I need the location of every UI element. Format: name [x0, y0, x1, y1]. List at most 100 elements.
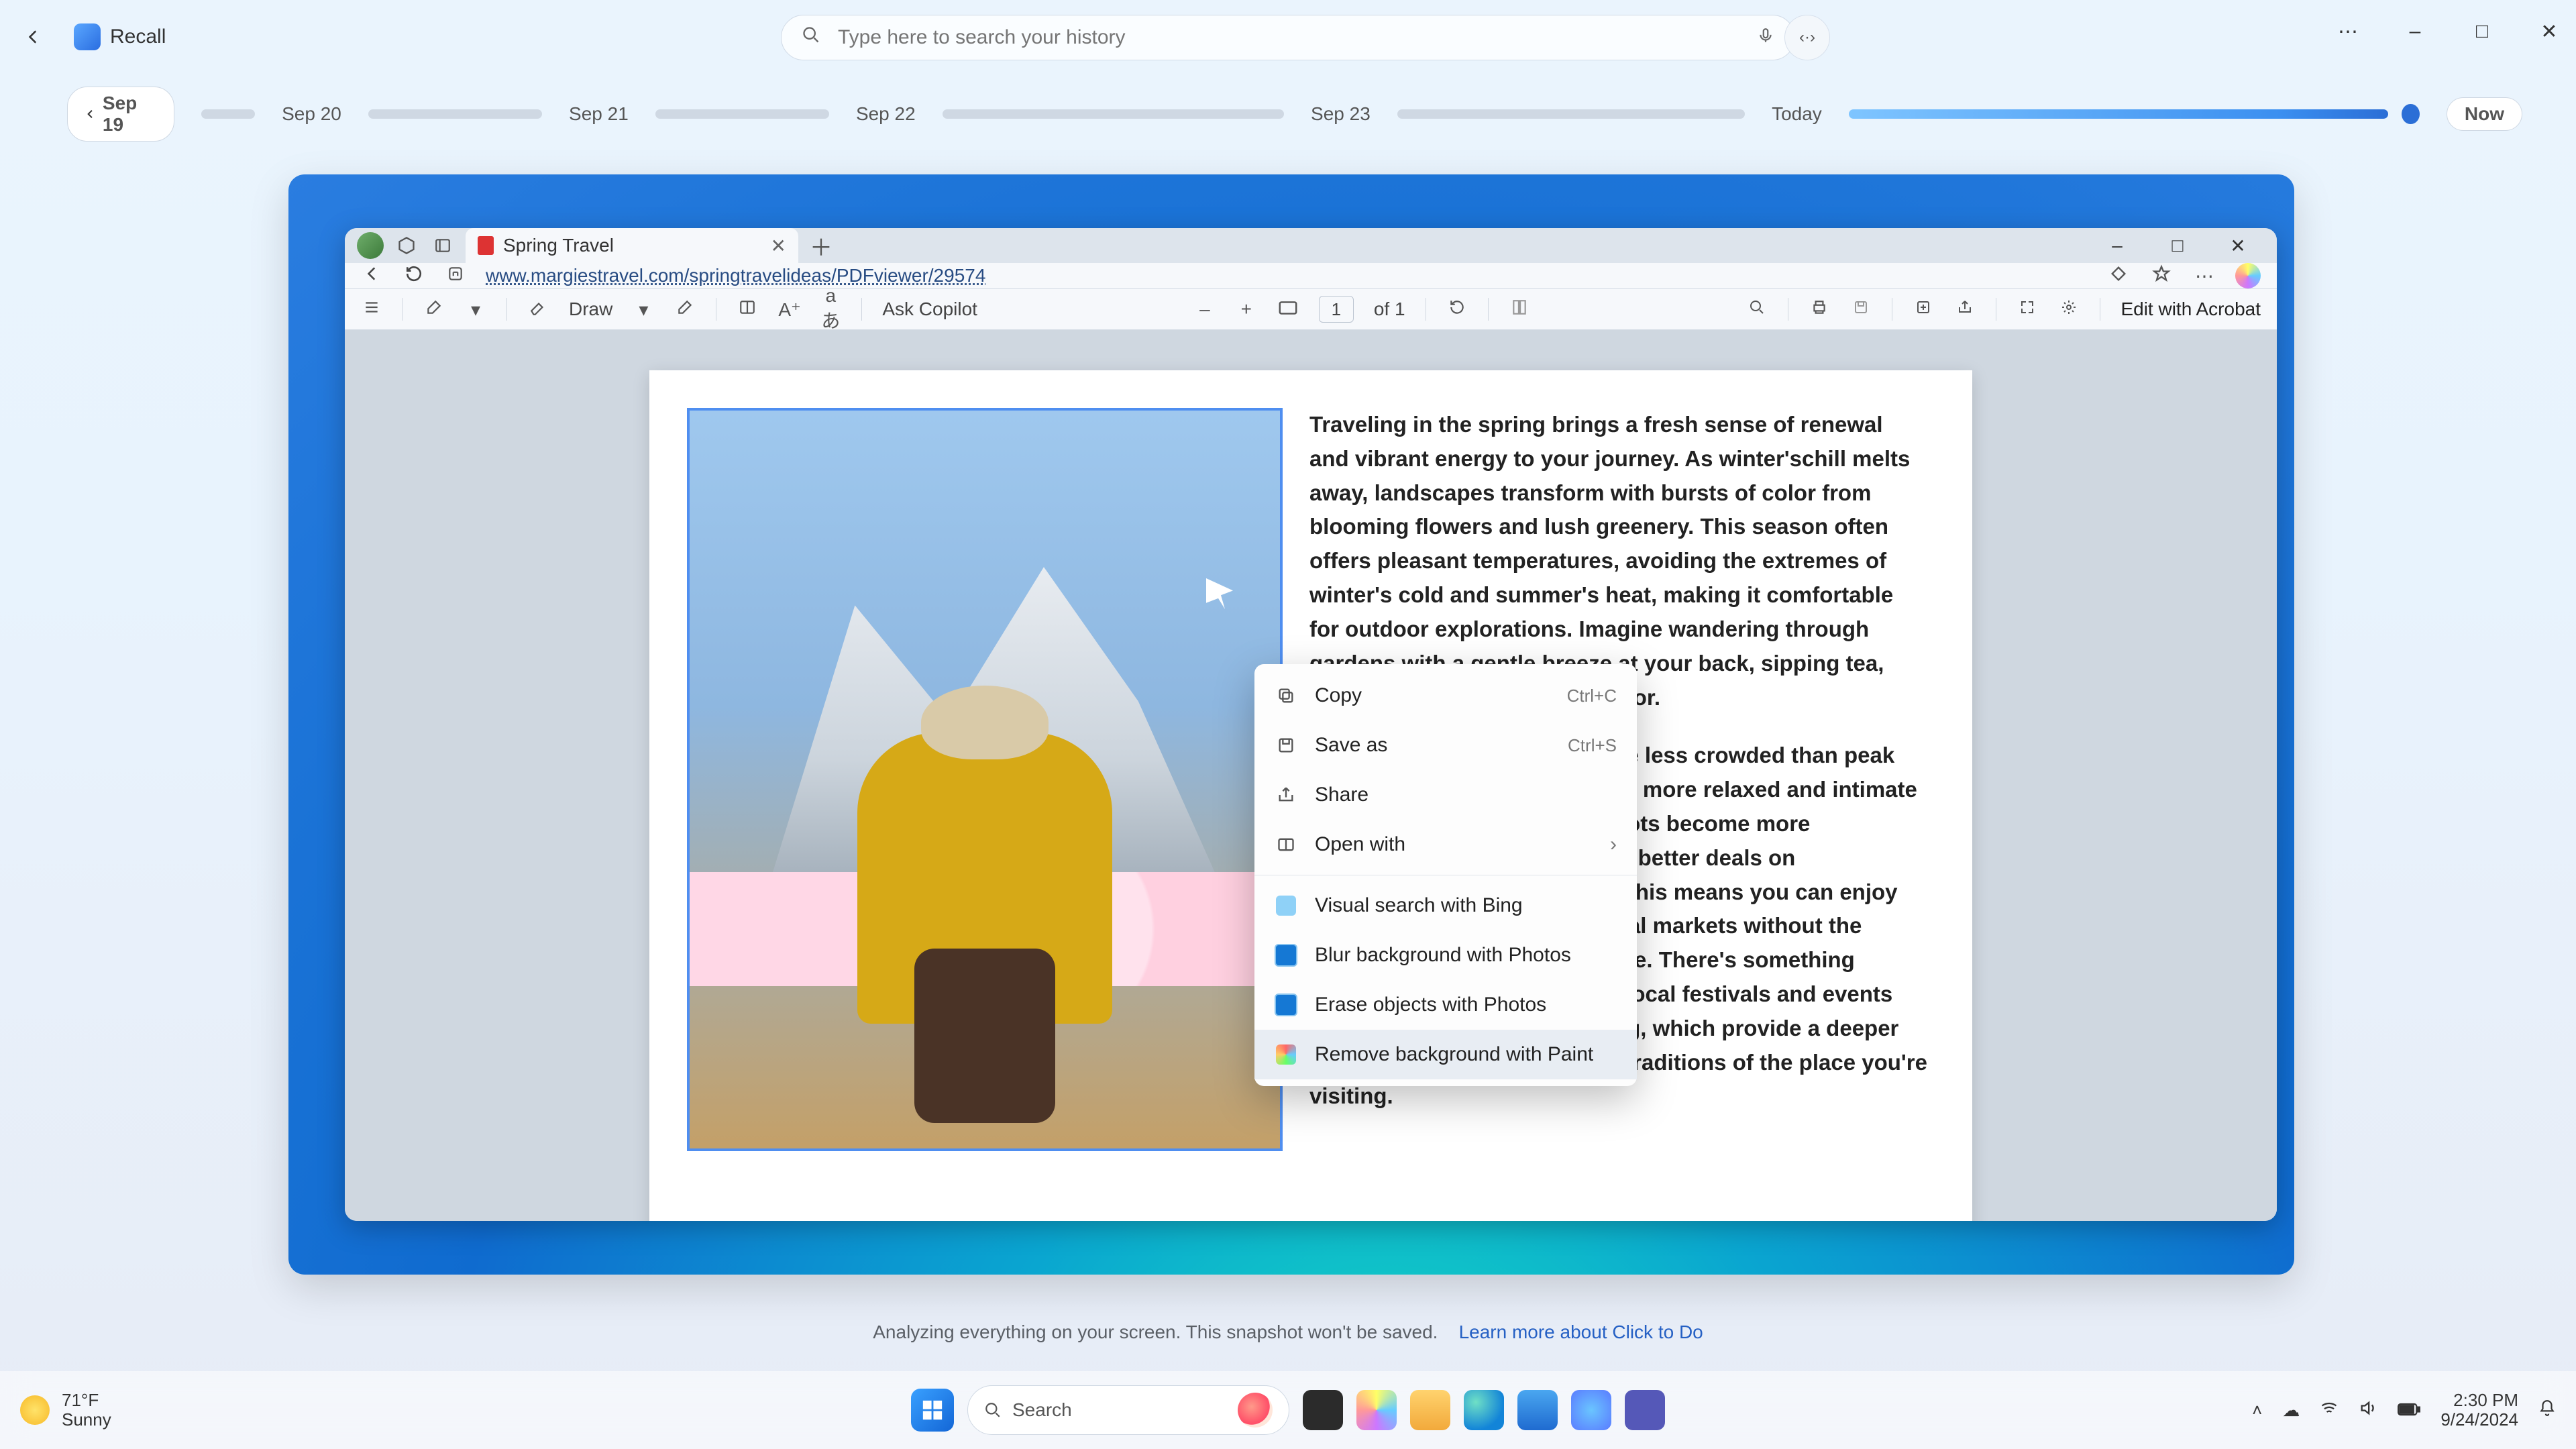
tray-time[interactable]: 2:30 PM — [2440, 1391, 2518, 1410]
close-button[interactable]: ✕ — [2536, 20, 2563, 44]
maximize-button[interactable]: □ — [2469, 20, 2496, 44]
page-input[interactable]: 1 — [1319, 296, 1354, 323]
ctx-remove-background[interactable]: Remove background with Paint — [1254, 1030, 1637, 1079]
timeline-segment[interactable] — [655, 109, 829, 119]
code-toggle-button[interactable]: ‹·› — [1784, 15, 1830, 60]
copilot-icon[interactable] — [2235, 263, 2261, 288]
timeline-segment[interactable] — [368, 109, 542, 119]
ask-copilot-button[interactable]: Ask Copilot — [882, 299, 977, 320]
store-icon[interactable] — [1517, 1390, 1558, 1430]
timeline-segment[interactable] — [943, 109, 1284, 119]
timeline-playhead[interactable] — [2402, 104, 2420, 124]
vertical-tabs-icon[interactable] — [429, 232, 456, 259]
ctx-visual-search[interactable]: Visual search with Bing — [1254, 881, 1637, 930]
eraser-icon[interactable] — [527, 299, 549, 321]
erase-tool-icon[interactable] — [674, 299, 696, 321]
settings-icon[interactable] — [2058, 299, 2080, 320]
search-highlight-icon — [1238, 1393, 1273, 1428]
timeline-date[interactable]: Sep 22 — [856, 103, 916, 125]
timeline-segment[interactable] — [1397, 109, 1745, 119]
save-icon[interactable] — [1850, 299, 1872, 320]
browser-maximize[interactable]: □ — [2164, 235, 2191, 257]
print-icon[interactable] — [1809, 299, 1830, 321]
back-button[interactable] — [20, 23, 47, 50]
minimize-button[interactable]: – — [2402, 20, 2428, 44]
ctx-label: Save as — [1315, 734, 1387, 757]
timeline-segment[interactable] — [201, 109, 255, 119]
search-input[interactable] — [837, 25, 1741, 50]
browser-minimize[interactable]: – — [2104, 235, 2131, 257]
taskbar-search[interactable]: Search — [967, 1385, 1289, 1435]
share-pdf-icon[interactable] — [1954, 299, 1976, 320]
zoom-out-icon[interactable]: – — [1194, 299, 1216, 320]
notifications-icon[interactable] — [2538, 1399, 2556, 1421]
ctx-save-as[interactable]: Save as Ctrl+S — [1254, 720, 1637, 770]
copilot-pinned-icon[interactable] — [1571, 1390, 1611, 1430]
nav-back-icon[interactable] — [361, 265, 384, 287]
file-explorer-icon[interactable] — [1410, 1390, 1450, 1430]
add-note-icon[interactable] — [1913, 299, 1934, 320]
system-tray[interactable]: ˄ ☁ 2:30 PM 9/24/2024 — [2252, 1391, 2556, 1429]
battery-icon[interactable] — [2398, 1400, 2420, 1421]
two-page-icon[interactable] — [737, 299, 758, 321]
browser-menu-icon[interactable]: ⋯ — [2192, 265, 2216, 287]
fullscreen-icon[interactable] — [2017, 299, 2038, 320]
find-icon[interactable] — [1746, 299, 1768, 320]
site-info-icon[interactable] — [444, 265, 467, 287]
chevron-down-icon[interactable]: ▾ — [465, 299, 486, 321]
close-tab-icon[interactable]: ✕ — [771, 235, 786, 257]
chevron-down-icon[interactable]: ▾ — [633, 299, 654, 321]
timeline-date[interactable]: Sep 23 — [1311, 103, 1371, 125]
timeline[interactable]: Sep 19 Sep 20 Sep 21 Sep 22 Sep 23 Today… — [67, 94, 2522, 134]
more-button[interactable]: ⋯ — [2334, 20, 2361, 44]
contents-icon[interactable] — [361, 299, 382, 321]
profile-avatar[interactable] — [357, 232, 384, 259]
highlight-icon[interactable] — [423, 299, 445, 321]
onedrive-icon[interactable]: ☁ — [2282, 1400, 2300, 1421]
tray-date[interactable]: 9/24/2024 — [2440, 1410, 2518, 1430]
timeline-back-pill[interactable]: Sep 19 — [67, 87, 174, 142]
weather-widget[interactable]: 71°F Sunny — [20, 1391, 111, 1429]
browser-tab[interactable]: Spring Travel ✕ — [466, 228, 798, 263]
browser-close[interactable]: ✕ — [2224, 235, 2251, 257]
wifi-icon[interactable] — [2320, 1399, 2339, 1422]
pdf-toolbar: ▾ Draw ▾ A⁺ aあ Ask Copilot – + 1 — [345, 289, 2277, 330]
open-with-icon — [1275, 833, 1297, 856]
url-text[interactable]: www.margiestravel.com/springtravelideas/… — [486, 265, 985, 286]
ctx-erase-objects[interactable]: Erase objects with Photos — [1254, 980, 1637, 1030]
ctx-copy[interactable]: Copy Ctrl+C — [1254, 671, 1637, 720]
read-aloud-icon[interactable]: A⁺ — [778, 299, 800, 321]
timeline-date[interactable]: Sep 20 — [282, 103, 341, 125]
taskview-icon[interactable] — [1303, 1390, 1343, 1430]
tray-chevron-icon[interactable]: ˄ — [2252, 1400, 2262, 1421]
edit-acrobat-button[interactable]: Edit with Acrobat — [2121, 299, 2261, 320]
shopping-icon[interactable] — [2106, 264, 2131, 288]
page-layout-icon[interactable] — [1509, 299, 1530, 321]
mic-icon[interactable] — [1757, 25, 1774, 50]
edge-icon[interactable] — [1464, 1390, 1504, 1430]
timeline-active-segment[interactable] — [1849, 109, 2388, 119]
ctx-share[interactable]: Share — [1254, 770, 1637, 820]
volume-icon[interactable] — [2359, 1399, 2377, 1422]
copilot-app-icon[interactable] — [1356, 1390, 1397, 1430]
ctx-open-with[interactable]: Open with › — [1254, 820, 1637, 869]
history-search[interactable] — [781, 15, 1795, 60]
timeline-today[interactable]: Today — [1772, 103, 1822, 125]
start-button[interactable] — [911, 1389, 954, 1432]
teams-icon[interactable] — [1625, 1390, 1665, 1430]
fit-width-icon[interactable] — [1277, 299, 1299, 320]
favorite-icon[interactable] — [2149, 264, 2174, 288]
zoom-in-icon[interactable]: + — [1236, 299, 1257, 320]
ctx-blur-background[interactable]: Blur background with Photos — [1254, 930, 1637, 980]
refresh-icon[interactable] — [402, 265, 425, 287]
rotate-icon[interactable] — [1446, 299, 1468, 321]
timeline-date[interactable]: Sep 21 — [569, 103, 629, 125]
selected-image[interactable] — [687, 408, 1283, 1151]
timeline-now-button[interactable]: Now — [2447, 97, 2522, 131]
learn-more-link[interactable]: Learn more about Click to Do — [1459, 1322, 1703, 1342]
new-tab-button[interactable]: ＋ — [808, 232, 835, 259]
taskbar-search-label: Search — [1012, 1399, 1072, 1421]
draw-label[interactable]: Draw — [569, 299, 612, 320]
translate-icon[interactable]: aあ — [820, 285, 841, 333]
workspaces-icon[interactable] — [393, 232, 420, 259]
